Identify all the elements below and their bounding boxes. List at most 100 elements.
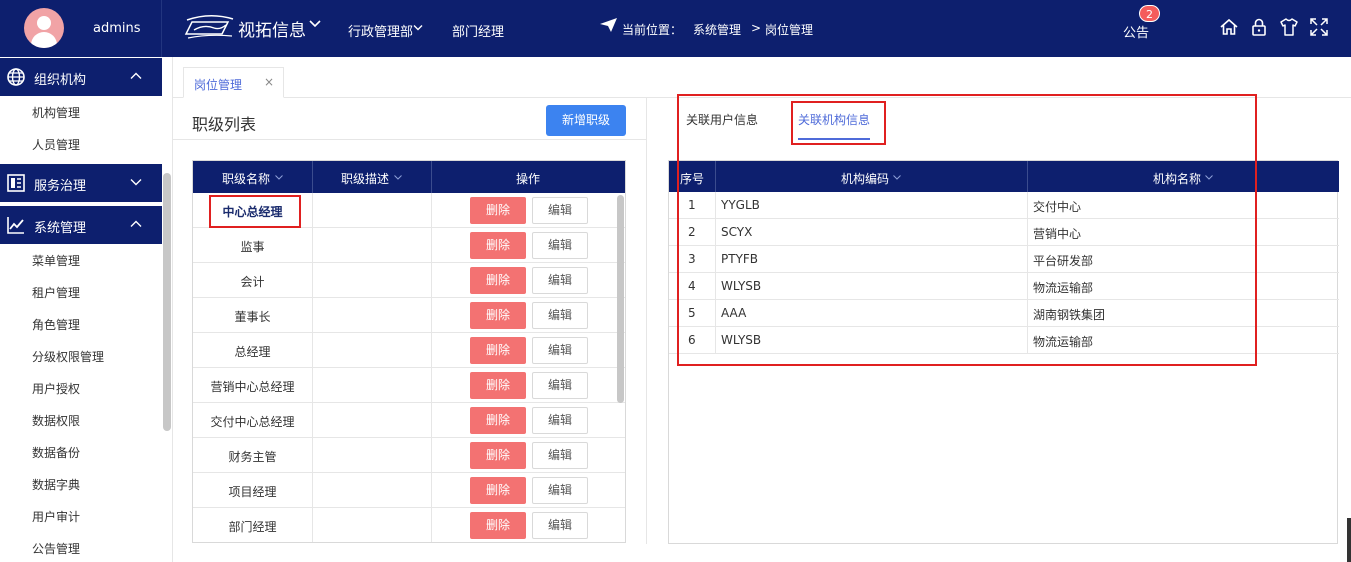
delete-button[interactable]: 删除 (470, 372, 526, 399)
level-name: 项目经理 (228, 485, 277, 499)
edit-button[interactable]: 编辑 (532, 232, 588, 259)
sidebar-item-audit[interactable]: 用户审计 (32, 508, 80, 525)
sidebar-group-system[interactable]: 系统管理 (0, 206, 162, 244)
chevron-down-icon (130, 179, 142, 186)
sidebar-item-notice[interactable]: 公告管理 (32, 540, 80, 557)
highlight-box (209, 195, 301, 228)
highlight-box (677, 94, 1257, 366)
lock-icon[interactable] (1249, 17, 1269, 37)
notice-button[interactable]: 公告 (1123, 22, 1149, 41)
shirt-icon[interactable] (1279, 17, 1299, 37)
delete-button[interactable]: 删除 (470, 442, 526, 469)
highlight-box (791, 101, 886, 145)
edit-button[interactable]: 编辑 (532, 372, 588, 399)
table-row[interactable]: 营销中心总经理 删除 编辑 (193, 368, 625, 403)
table-row[interactable]: 监事 删除 编辑 (193, 228, 625, 263)
sort-icon[interactable] (275, 175, 283, 180)
sidebar-item-staff[interactable]: 人员管理 (32, 136, 80, 153)
table-row[interactable]: 财务主管 删除 编辑 (193, 438, 625, 473)
sidebar-item-dict[interactable]: 数据字典 (32, 476, 80, 493)
level-name: 监事 (240, 240, 265, 254)
edit-button[interactable]: 编辑 (532, 302, 588, 329)
breadcrumb-separator: > (751, 21, 762, 35)
table-row[interactable]: 会计 删除 编辑 (193, 263, 625, 298)
edit-button[interactable]: 编辑 (532, 337, 588, 364)
level-name: 会计 (240, 275, 265, 289)
column-header-name[interactable]: 职级名称 (222, 170, 270, 187)
panel-divider (646, 98, 647, 544)
delete-button[interactable]: 删除 (470, 232, 526, 259)
sidebar-scrollbar[interactable] (163, 173, 171, 431)
table-scrollbar[interactable] (617, 195, 624, 403)
nav-role[interactable]: 部门经理 (452, 21, 504, 40)
delete-button[interactable]: 删除 (470, 337, 526, 364)
sidebar-item-level-perm[interactable]: 分级权限管理 (32, 348, 104, 365)
delete-button[interactable]: 删除 (470, 267, 526, 294)
chevron-up-icon (130, 72, 142, 79)
edit-button[interactable]: 编辑 (532, 442, 588, 469)
delete-button[interactable]: 删除 (470, 302, 526, 329)
divider (173, 139, 646, 140)
edit-button[interactable]: 编辑 (532, 407, 588, 434)
sidebar-item-tenant[interactable]: 租户管理 (32, 284, 80, 301)
edit-button[interactable]: 编辑 (532, 477, 588, 504)
page-scrollbar[interactable] (1347, 518, 1351, 562)
sidebar-group-label: 组织机构 (34, 73, 87, 88)
close-icon[interactable]: × (264, 75, 274, 89)
tab-label: 岗位管理 (194, 78, 243, 92)
sidebar-item-backup[interactable]: 数据备份 (32, 444, 80, 461)
sidebar-item-data-perm[interactable]: 数据权限 (32, 412, 80, 429)
company-logo-icon (184, 15, 234, 39)
table-row[interactable]: 项目经理 删除 编辑 (193, 473, 625, 508)
column-header-desc[interactable]: 职级描述 (341, 170, 389, 187)
breadcrumb-current: 岗位管理 (765, 23, 814, 37)
sidebar-group-label: 服务治理 (34, 179, 87, 194)
level-name: 部门经理 (228, 520, 277, 534)
level-name: 总经理 (234, 345, 271, 359)
chevron-down-icon[interactable] (413, 24, 423, 32)
table-row[interactable]: 部门经理 删除 编辑 (193, 508, 625, 542)
sidebar-item-org[interactable]: 机构管理 (32, 104, 80, 121)
table-row[interactable]: 总经理 删除 编辑 (193, 333, 625, 368)
column-header-actions: 操作 (516, 172, 541, 186)
chevron-down-icon[interactable] (309, 19, 321, 29)
level-name: 董事长 (234, 310, 271, 324)
user-area: admins (0, 0, 162, 57)
delete-button[interactable]: 删除 (470, 477, 526, 504)
panel-title: 职级列表 (192, 115, 257, 134)
table-row[interactable]: 董事长 删除 编辑 (193, 298, 625, 333)
level-name: 交付中心总经理 (210, 415, 295, 429)
table-header: 职级名称 职级描述 操作 (193, 161, 625, 193)
avatar[interactable] (24, 8, 64, 48)
chart-icon (7, 217, 24, 234)
delete-button[interactable]: 删除 (470, 512, 526, 539)
username: admins (93, 21, 141, 36)
add-level-button[interactable]: 新增职级 (546, 105, 626, 136)
table-row[interactable]: 交付中心总经理 删除 编辑 (193, 403, 625, 438)
fullscreen-icon[interactable] (1309, 17, 1329, 37)
edit-button[interactable]: 编辑 (532, 197, 588, 224)
sidebar-group-label: 系统管理 (34, 221, 87, 236)
sidebar-group-service[interactable]: 服务治理 (0, 164, 162, 202)
sidebar-group-organization[interactable]: 组织机构 (0, 58, 162, 96)
home-icon[interactable] (1219, 17, 1239, 37)
sort-icon[interactable] (394, 175, 402, 180)
globe-icon (7, 68, 25, 86)
tab-position-manage[interactable]: 岗位管理 × (183, 67, 284, 98)
sidebar-item-menu[interactable]: 菜单管理 (32, 252, 80, 269)
notice-badge: 2 (1139, 5, 1160, 22)
edit-button[interactable]: 编辑 (532, 512, 588, 539)
sidebar (0, 57, 162, 562)
sidebar-divider (172, 57, 173, 562)
breadcrumb-system[interactable]: 系统管理 (693, 21, 741, 38)
location-arrow-icon (600, 18, 617, 32)
level-name: 营销中心总经理 (210, 380, 295, 394)
sidebar-item-role[interactable]: 角色管理 (32, 316, 80, 333)
brand-name[interactable]: 视拓信息 (238, 16, 306, 41)
delete-button[interactable]: 删除 (470, 197, 526, 224)
delete-button[interactable]: 删除 (470, 407, 526, 434)
sidebar-item-user-auth[interactable]: 用户授权 (32, 380, 80, 397)
edit-button[interactable]: 编辑 (532, 267, 588, 294)
server-icon (7, 174, 25, 192)
nav-department[interactable]: 行政管理部 (348, 21, 413, 40)
